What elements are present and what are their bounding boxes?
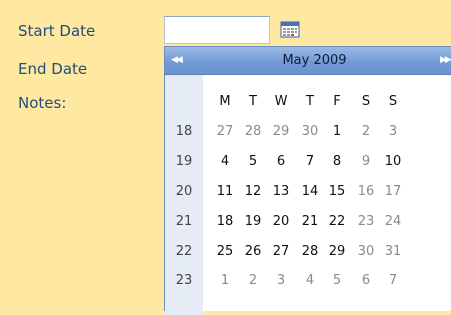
calendar-day[interactable]: 19	[241, 209, 265, 235]
calendar-day[interactable]: 2	[241, 268, 265, 294]
calendar-day[interactable]: 12	[241, 179, 265, 205]
weekday-header: W	[274, 94, 288, 109]
end-date-label: End Date	[18, 60, 88, 78]
week-number: 21	[175, 214, 193, 229]
calendar-day[interactable]: 3	[269, 268, 293, 294]
calendar-icon	[280, 21, 300, 38]
calendar-day[interactable]: 9	[354, 149, 378, 175]
weekday-header: S	[388, 94, 398, 109]
calendar-day[interactable]: 29	[269, 119, 293, 145]
weekday-header: T	[306, 94, 314, 109]
calendar-day[interactable]: 10	[381, 149, 405, 175]
calendar-day[interactable]: 18	[213, 209, 237, 235]
calendar-day[interactable]: 31	[381, 239, 405, 265]
calendar-button[interactable]	[280, 20, 300, 38]
calendar-day[interactable]: 20	[269, 209, 293, 235]
calendar-day[interactable]: 4	[213, 149, 237, 175]
calendar-day[interactable]: 6	[354, 268, 378, 294]
calendar-day[interactable]: 24	[381, 209, 405, 235]
calendar-day[interactable]: 15	[325, 179, 349, 205]
calendar-day[interactable]: 21	[298, 209, 322, 235]
prev-month-icon[interactable]: ◀◀	[171, 47, 183, 74]
calendar-day[interactable]: 13	[269, 179, 293, 205]
calendar-day[interactable]: 8	[325, 149, 349, 175]
calendar-day[interactable]: 17	[381, 179, 405, 205]
calendar-day[interactable]: 28	[241, 119, 265, 145]
calendar-day[interactable]: 25	[213, 239, 237, 265]
week-number: 18	[175, 124, 193, 139]
calendar-day[interactable]: 11	[213, 179, 237, 205]
calendar-day[interactable]: 3	[381, 119, 405, 145]
calendar-day[interactable]: 26	[241, 239, 265, 265]
start-date-input[interactable]	[164, 16, 270, 44]
calendar-day[interactable]: 16	[354, 179, 378, 205]
calendar-day[interactable]: 30	[354, 239, 378, 265]
calendar-day[interactable]: 7	[381, 268, 405, 294]
calendar-day[interactable]: 29	[325, 239, 349, 265]
calendar-day[interactable]: 5	[325, 268, 349, 294]
calendar-day[interactable]: 1	[325, 119, 349, 145]
calendar-day[interactable]: 22	[325, 209, 349, 235]
calendar-day[interactable]: 1	[213, 268, 237, 294]
week-number: 19	[175, 154, 193, 169]
week-number: 22	[175, 244, 193, 259]
next-month-icon[interactable]: ▶▶	[440, 47, 451, 74]
calendar-day[interactable]: 27	[213, 119, 237, 145]
calendar-header: May 2009 ◀◀ ▶▶	[165, 47, 451, 75]
calendar-day[interactable]: 30	[298, 119, 322, 145]
weekday-header: T	[249, 94, 257, 109]
calendar-day[interactable]: 23	[354, 209, 378, 235]
calendar-day[interactable]: 2	[354, 119, 378, 145]
calendar-day[interactable]: 5	[241, 149, 265, 175]
calendar-day[interactable]: 14	[298, 179, 322, 205]
weekday-header: M	[219, 94, 231, 109]
calendar-day[interactable]: 28	[298, 239, 322, 265]
calendar-day[interactable]: 27	[269, 239, 293, 265]
start-date-label: Start Date	[18, 22, 96, 40]
weekday-header: F	[333, 94, 341, 109]
calendar-day[interactable]: 4	[298, 268, 322, 294]
week-number: 23	[175, 273, 193, 288]
calendar-day[interactable]: 7	[298, 149, 322, 175]
weekday-header: S	[361, 94, 371, 109]
notes-label: Notes:	[18, 94, 67, 112]
calendar-month-title: May 2009	[282, 53, 347, 68]
calendar-day[interactable]: 6	[269, 149, 293, 175]
calendar-popup: May 2009 ◀◀ ▶▶ M T W T F S S 18 27 28 29 30 1 2 3 19 4 5 6…	[164, 46, 451, 315]
week-number: 20	[175, 184, 193, 199]
